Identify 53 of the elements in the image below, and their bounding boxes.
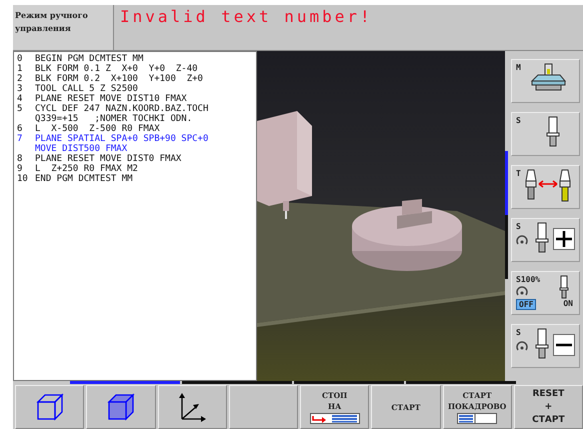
- coordinate-axes-icon: [177, 392, 208, 422]
- side-softkey[interactable]: S: [511, 218, 580, 262]
- side-softkey[interactable]: M: [511, 59, 580, 103]
- softkey[interactable]: [158, 385, 227, 429]
- spindle-icon: [534, 328, 548, 360]
- line-number: 0: [17, 54, 24, 64]
- softkey[interactable]: RESET + СТАРТ: [514, 385, 583, 429]
- line-number: 10: [17, 174, 29, 184]
- plus-icon: [553, 228, 575, 250]
- line-number: 6: [17, 124, 24, 134]
- rotation-icon: [516, 341, 528, 353]
- single-block-icon: [457, 412, 498, 424]
- side-softkey[interactable]: T: [511, 165, 580, 209]
- program-line[interactable]: BEGIN PGM DCMTEST MM: [35, 54, 144, 64]
- tool-change-icon: [524, 169, 572, 203]
- rotation-icon: [516, 286, 528, 298]
- line-number: 7: [17, 134, 24, 146]
- program-line[interactable]: BLK FORM 0.2 X+100 Y+100 Z+0: [35, 74, 203, 84]
- override-option[interactable]: ON: [561, 299, 575, 310]
- program-line[interactable]: L Z+250 R0 FMAX M2: [35, 164, 138, 174]
- stop-at-block-icon: [310, 412, 360, 424]
- softkey[interactable]: [15, 385, 84, 429]
- solid-cube-icon: [106, 393, 135, 421]
- program-line[interactable]: L X-500 Z-500 R0 FMAX: [35, 124, 160, 134]
- program-line[interactable]: PLANE SPATIAL SPA+0 SPB+90 SPC+0: [35, 134, 208, 144]
- side-softkey[interactable]: S: [511, 112, 580, 156]
- softkey[interactable]: [86, 385, 156, 429]
- line-number: 3: [17, 84, 24, 94]
- override-option[interactable]: OFF: [516, 299, 536, 310]
- line-number: 1: [17, 64, 24, 74]
- machine-table-icon: [530, 63, 566, 93]
- wireframe-cube-icon: [36, 393, 64, 421]
- spindle-icon: [559, 275, 569, 299]
- program-line[interactable]: MOVE DIST500 FMAX: [35, 144, 208, 154]
- program-line[interactable]: TOOL CALL 5 Z S2500: [35, 84, 138, 94]
- line-number: 9: [17, 164, 24, 174]
- spindle-icon: [546, 116, 560, 148]
- program-line[interactable]: Q339=+15 ;NOMER TOCHKI ODN.: [35, 114, 208, 124]
- minus-icon: [553, 334, 575, 356]
- line-number: 2: [17, 74, 24, 84]
- spindle-icon: [534, 222, 548, 254]
- program-line[interactable]: CYCL DEF 247 NAZN.KOORD.BAZ.TOCH: [35, 104, 208, 114]
- side-softkey[interactable]: S: [511, 324, 580, 368]
- program-line[interactable]: PLANE RESET MOVE DIST10 FMAX: [35, 94, 187, 104]
- side-softkey[interactable]: S100% OFF ON: [511, 271, 580, 315]
- program-line[interactable]: END PGM DCMTEST MM: [35, 174, 133, 184]
- program-line[interactable]: BLK FORM 0.1 Z X+0 Y+0 Z-40: [35, 64, 198, 74]
- program-line[interactable]: PLANE RESET MOVE DIST0 FMAX: [35, 154, 182, 164]
- line-number: 5: [17, 104, 24, 116]
- line-number: 4: [17, 94, 24, 104]
- rotation-icon: [516, 235, 528, 247]
- operating-mode: Режим ручного управления: [13, 5, 114, 50]
- line-number: 8: [17, 154, 24, 164]
